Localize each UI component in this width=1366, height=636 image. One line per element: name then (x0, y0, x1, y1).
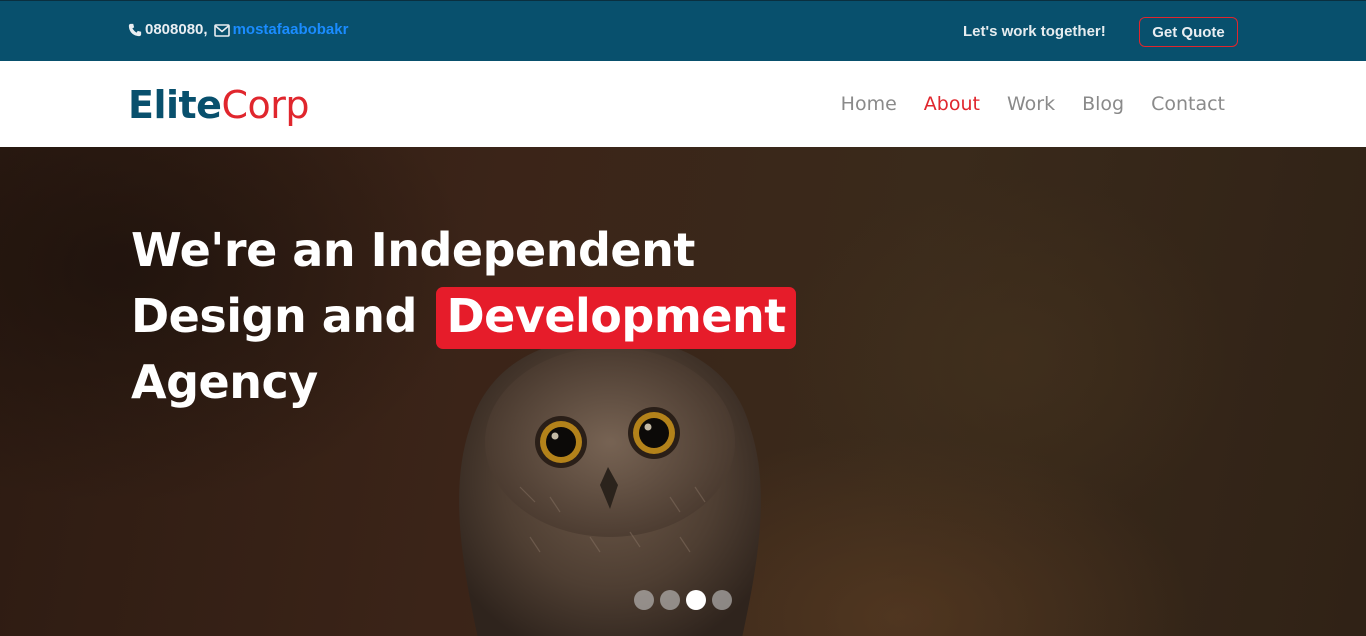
nav-blog[interactable]: Blog (1082, 93, 1124, 115)
headline-highlight: Development (436, 287, 796, 349)
nav-menu: Home About Work Blog Contact (841, 93, 1225, 115)
carousel-dot-4[interactable] (712, 590, 732, 610)
logo[interactable]: EliteCorp (128, 83, 309, 127)
logo-part-elite: Elite (128, 83, 222, 127)
email-link[interactable]: mostafaabobakr (233, 21, 349, 38)
envelope-icon (213, 21, 230, 38)
contact-info: 0808080, mostafaabobakr (128, 21, 348, 38)
carousel-dot-1[interactable] (634, 590, 654, 610)
phone-number: 0808080, (145, 21, 208, 38)
headline-line-3: Agency (131, 355, 318, 409)
carousel-dot-2[interactable] (660, 590, 680, 610)
nav-work[interactable]: Work (1007, 93, 1055, 115)
headline-line-2-prefix: Design and (131, 289, 417, 343)
hero-headline: We're an Independent Design and Developm… (131, 217, 796, 415)
top-bar: 0808080, mostafaabobakr Let's work toget… (0, 0, 1366, 61)
hero-carousel: We're an Independent Design and Developm… (0, 147, 1366, 636)
headline-line-1: We're an Independent (131, 223, 695, 277)
carousel-indicators (634, 590, 732, 610)
main-navbar: EliteCorp Home About Work Blog Contact (0, 61, 1366, 147)
nav-about[interactable]: About (924, 93, 980, 115)
logo-part-corp: Corp (221, 83, 309, 127)
tagline: Let's work together! (963, 23, 1106, 40)
nav-home[interactable]: Home (841, 93, 897, 115)
carousel-dot-3[interactable] (686, 590, 706, 610)
phone-icon (128, 21, 142, 38)
nav-contact[interactable]: Contact (1151, 93, 1225, 115)
get-quote-button[interactable]: Get Quote (1139, 17, 1238, 47)
